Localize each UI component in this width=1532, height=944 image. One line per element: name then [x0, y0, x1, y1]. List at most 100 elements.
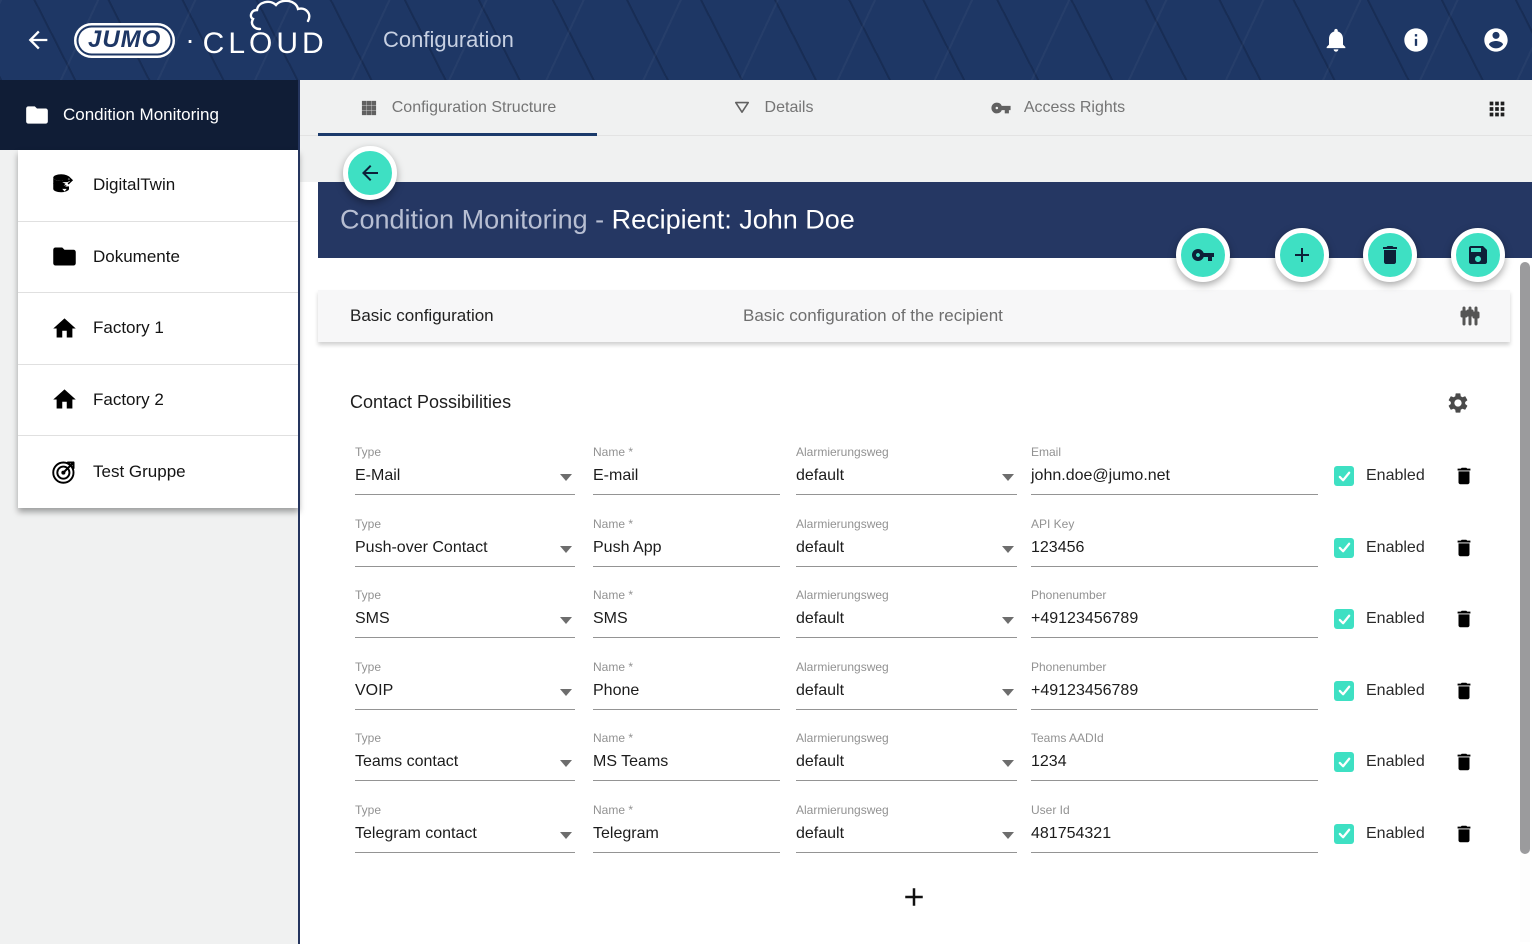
scrollbar-thumb[interactable] [1520, 262, 1530, 854]
gear-icon[interactable] [1446, 391, 1470, 415]
type-field[interactable]: TypeTeams contact [355, 731, 575, 781]
enabled-checkbox[interactable] [1334, 824, 1354, 844]
sidebar-item-label: Dokumente [93, 247, 180, 267]
type-field[interactable]: TypeSMS [355, 588, 575, 638]
trash-icon[interactable] [1453, 822, 1475, 846]
enabled-checkbox-wrap[interactable]: Enabled [1334, 681, 1425, 701]
contact-possibilities-card: Contact Possibilities TypeE-MailName *E-… [318, 368, 1510, 944]
sidebar-item-dokumente[interactable]: Dokumente [18, 222, 299, 294]
section-title: Contact Possibilities [350, 392, 511, 413]
sidebar-item-digitaltwin[interactable]: DigitalTwin [18, 150, 299, 222]
alarm-route-field[interactable]: Alarmierungswegdefault [796, 588, 1017, 638]
recipient-banner: Condition Monitoring - Recipient: John D… [318, 182, 1532, 258]
enabled-label: Enabled [1366, 682, 1425, 700]
contact-detail-value: +49123456789 [1031, 604, 1318, 638]
type-label: Type [355, 660, 575, 676]
contact-detail-field[interactable]: API Key123456 [1031, 517, 1318, 567]
chevron-down-icon [560, 617, 572, 624]
topbar-icon-group [1322, 0, 1510, 80]
enabled-label: Enabled [1366, 825, 1425, 843]
type-field[interactable]: TypeTelegram contact [355, 803, 575, 853]
apps-grid-icon[interactable] [1486, 98, 1508, 120]
access-key-button[interactable] [1176, 228, 1230, 282]
enabled-checkbox[interactable] [1334, 609, 1354, 629]
account-icon[interactable] [1482, 26, 1510, 54]
trash-icon[interactable] [1453, 607, 1475, 631]
tab-configuration-structure[interactable]: Configuration Structure [318, 80, 597, 135]
contact-detail-field[interactable]: Emailjohn.doe@jumo.net [1031, 445, 1318, 495]
alarm-route-field[interactable]: Alarmierungswegdefault [796, 445, 1017, 495]
alarm-route-value: default [796, 461, 1017, 495]
alarm-route-field[interactable]: Alarmierungswegdefault [796, 660, 1017, 710]
back-button[interactable] [343, 146, 397, 200]
enabled-checkbox[interactable] [1334, 752, 1354, 772]
trash-icon[interactable] [1453, 464, 1475, 488]
sidebar-item-factory-1[interactable]: Factory 1 [18, 293, 299, 365]
sidebar-item-condition-monitoring[interactable]: Condition Monitoring [0, 80, 300, 150]
banner-title-prefix: Condition Monitoring - [340, 205, 612, 235]
save-button[interactable] [1451, 228, 1505, 282]
contact-detail-field[interactable]: Phonenumber+49123456789 [1031, 660, 1318, 710]
name-value: E-mail [593, 461, 780, 495]
enabled-checkbox[interactable] [1334, 538, 1354, 558]
name-field[interactable]: Name *Push App [593, 517, 780, 567]
contact-detail-field[interactable]: User Id481754321 [1031, 803, 1318, 853]
alarm-route-field[interactable]: Alarmierungswegdefault [796, 803, 1017, 853]
trash-icon[interactable] [1453, 750, 1475, 774]
name-label: Name * [593, 445, 780, 461]
name-field[interactable]: Name *SMS [593, 588, 780, 638]
type-label: Type [355, 803, 575, 819]
type-value: E-Mail [355, 461, 575, 495]
sidebar-item-factory-2[interactable]: Factory 2 [18, 365, 299, 437]
key-icon [1191, 243, 1215, 267]
enabled-checkbox[interactable] [1334, 466, 1354, 486]
name-field[interactable]: Name *MS Teams [593, 731, 780, 781]
trash-icon[interactable] [1453, 536, 1475, 560]
enabled-checkbox-wrap[interactable]: Enabled [1334, 466, 1425, 486]
tab-details[interactable]: Details [669, 80, 876, 135]
type-field[interactable]: TypeVOIP [355, 660, 575, 710]
type-field[interactable]: TypePush-over Contact [355, 517, 575, 567]
enabled-checkbox-wrap[interactable]: Enabled [1334, 538, 1425, 558]
folder-icon [51, 243, 78, 270]
tab-label: Details [765, 99, 814, 117]
contact-detail-label: Phonenumber [1031, 660, 1318, 676]
contact-detail-field[interactable]: Phonenumber+49123456789 [1031, 588, 1318, 638]
name-field[interactable]: Name *Phone [593, 660, 780, 710]
add-contact-button[interactable] [899, 882, 929, 912]
tab-access-rights[interactable]: Access Rights [948, 80, 1168, 135]
bell-icon[interactable] [1322, 26, 1350, 54]
sidebar-root-label: Condition Monitoring [63, 105, 219, 125]
sidebar-item-test-gruppe[interactable]: Test Gruppe [18, 436, 299, 508]
enabled-checkbox-wrap[interactable]: Enabled [1334, 609, 1425, 629]
chevron-down-icon [560, 689, 572, 696]
contact-detail-field[interactable]: Teams AADId1234 [1031, 731, 1318, 781]
chevron-down-icon [1002, 546, 1014, 553]
type-field[interactable]: TypeE-Mail [355, 445, 575, 495]
type-label: Type [355, 445, 575, 461]
enabled-label: Enabled [1366, 467, 1425, 485]
alarm-route-field[interactable]: Alarmierungswegdefault [796, 731, 1017, 781]
alarm-route-value: default [796, 676, 1017, 710]
name-field[interactable]: Name *E-mail [593, 445, 780, 495]
tune-sliders-icon[interactable] [1458, 304, 1482, 328]
add-button[interactable] [1275, 228, 1329, 282]
delete-button[interactable] [1363, 228, 1417, 282]
name-value: Push App [593, 533, 780, 567]
type-value: Teams contact [355, 747, 575, 781]
scrollbar-track[interactable] [1520, 262, 1530, 942]
cloud-icon [246, 0, 336, 31]
alarm-route-field[interactable]: Alarmierungswegdefault [796, 517, 1017, 567]
trash-icon[interactable] [1453, 679, 1475, 703]
enabled-checkbox[interactable] [1334, 681, 1354, 701]
enabled-checkbox-wrap[interactable]: Enabled [1334, 824, 1425, 844]
chevron-down-icon [1002, 617, 1014, 624]
info-icon[interactable] [1402, 26, 1430, 54]
enabled-checkbox-wrap[interactable]: Enabled [1334, 752, 1425, 772]
name-field[interactable]: Name *Telegram [593, 803, 780, 853]
alarm-route-value: default [796, 533, 1017, 567]
back-arrow-icon[interactable] [24, 26, 52, 54]
save-icon [1466, 243, 1490, 267]
basic-configuration-row[interactable]: Basic configuration Basic configuration … [318, 290, 1510, 342]
key-icon [991, 98, 1011, 118]
